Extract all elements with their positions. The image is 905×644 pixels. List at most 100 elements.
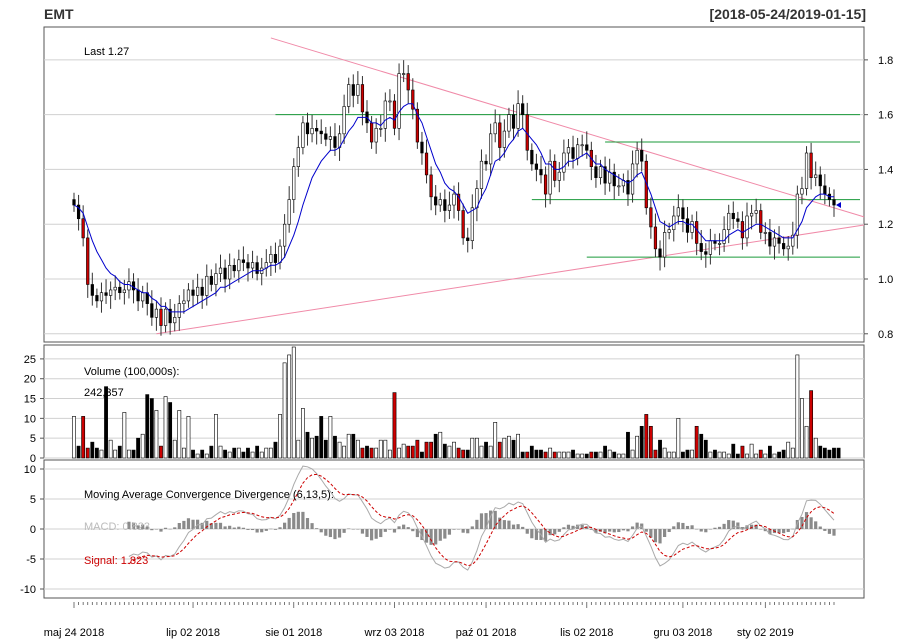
macd-tick-label: 5 xyxy=(30,494,36,506)
volume-bar xyxy=(401,443,406,459)
volume-bar xyxy=(671,451,676,459)
macd-histogram-bar xyxy=(493,510,497,529)
candle-body xyxy=(653,226,658,250)
candle-body xyxy=(562,152,566,173)
volume-bar xyxy=(768,445,772,459)
price-tick-label: 1.8 xyxy=(878,55,893,67)
volume-bar xyxy=(786,441,791,459)
x-tick-label: maj 24 2018 xyxy=(44,627,105,639)
candle-body xyxy=(566,147,571,154)
macd-histogram-bar xyxy=(150,529,154,531)
volume-bar xyxy=(76,445,81,459)
candle-body xyxy=(768,232,772,247)
candle-body xyxy=(466,237,470,241)
volume-bar xyxy=(772,453,777,459)
macd-histogram-bar xyxy=(663,529,667,538)
macd-histogram-bar xyxy=(402,524,406,529)
macd-histogram-bar xyxy=(800,516,804,529)
volume-bar xyxy=(809,390,814,459)
volume-bar xyxy=(571,449,575,459)
macd-histogram-bar xyxy=(479,513,484,529)
volume-last-value: 242,357 xyxy=(84,387,124,399)
macd-histogram-bar xyxy=(163,527,168,529)
candle-body xyxy=(182,300,186,304)
volume-bar xyxy=(676,418,681,459)
macd-tick-label: 10 xyxy=(24,464,36,476)
volume-bar xyxy=(227,451,232,459)
candle-body xyxy=(823,185,827,195)
macd-histogram-bar xyxy=(305,518,310,529)
candle-body xyxy=(479,160,484,189)
candle-body xyxy=(699,243,703,252)
candle-body xyxy=(319,130,323,135)
price-tick-label: 1.2 xyxy=(878,219,893,231)
macd-tick-label: -10 xyxy=(20,584,36,596)
volume-bar xyxy=(246,447,250,459)
macd-histogram-bar xyxy=(690,525,694,529)
volume-bar xyxy=(461,449,466,459)
candle-body xyxy=(640,149,644,162)
volume-bar xyxy=(131,449,136,459)
volume-bar xyxy=(259,451,264,459)
candle-body xyxy=(548,160,552,195)
macd-histogram-bar xyxy=(562,527,566,529)
volume-bar xyxy=(662,447,667,459)
macd-histogram-bar xyxy=(708,529,712,530)
candle-body xyxy=(177,303,181,318)
macd-histogram-bar xyxy=(324,529,328,536)
candle-body xyxy=(452,193,456,206)
price-tick-label: 1.6 xyxy=(878,110,893,122)
candle-body xyxy=(461,210,465,239)
candle-body xyxy=(772,237,777,247)
candle-body xyxy=(223,267,227,280)
volume-bar xyxy=(507,435,511,459)
candle-body xyxy=(374,128,378,143)
macd-histogram-bar xyxy=(292,512,296,529)
candle-body xyxy=(484,160,488,165)
candle-body xyxy=(736,218,740,222)
candle-body xyxy=(635,149,639,165)
volume-bar xyxy=(355,439,360,459)
candle-body xyxy=(585,144,589,151)
candle-body xyxy=(173,317,177,324)
volume-bar xyxy=(667,451,672,459)
volume-bar xyxy=(191,449,195,459)
volume-bar xyxy=(465,449,470,459)
volume-bar xyxy=(580,453,585,459)
candle-body xyxy=(296,147,300,167)
candle-body xyxy=(521,103,525,115)
x-tick-label: paź 01 2018 xyxy=(456,627,517,639)
candle-body xyxy=(658,248,662,258)
volume-bar xyxy=(374,447,379,459)
macd-histogram-bar xyxy=(434,529,438,545)
macd-histogram-bar xyxy=(621,529,625,531)
macd-histogram-bar xyxy=(511,524,516,529)
volume-bar xyxy=(827,449,832,459)
candle-body xyxy=(246,262,250,269)
candle-body xyxy=(571,147,575,159)
price-tick-label: 1.4 xyxy=(878,164,893,176)
macd-histogram-bar xyxy=(186,518,191,529)
macd-histogram-bar xyxy=(699,529,703,532)
volume-bar xyxy=(534,449,539,459)
volume-bar xyxy=(804,425,809,459)
volume-bar xyxy=(159,445,163,459)
volume-bar xyxy=(777,451,781,459)
volume-bar xyxy=(99,449,104,459)
volume-bar xyxy=(168,402,173,459)
candle-body xyxy=(814,174,818,178)
candle-body xyxy=(608,171,612,184)
macd-histogram-bar xyxy=(818,526,822,529)
candle-body xyxy=(118,286,122,293)
volume-bar xyxy=(117,445,122,459)
volume-bar xyxy=(626,431,630,459)
candle-body xyxy=(489,133,493,165)
volume-bar xyxy=(758,449,763,459)
price-panel xyxy=(43,26,865,343)
volume-bar xyxy=(644,414,649,459)
volume-bar xyxy=(378,439,383,459)
volume-bar xyxy=(342,445,347,459)
candle-body xyxy=(804,152,809,189)
candle-body xyxy=(672,215,676,230)
macd-histogram-bar xyxy=(392,529,397,533)
